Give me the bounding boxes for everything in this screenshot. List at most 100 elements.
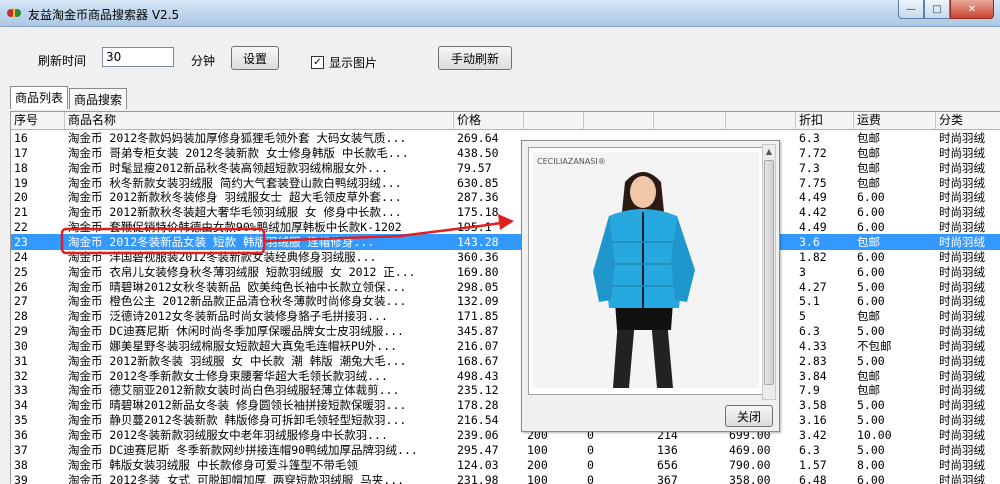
table-row[interactable]: 27 淘金币 橙色公主 2012新品款正品清仓秋冬薄款时尚修身女装... 132.0… (11, 293, 1000, 309)
table-row[interactable]: 26 淘金币 晴碧琳2012女秋冬装新品 欧美纯色长袖中长款立领保... 298.0… (11, 279, 1000, 295)
cell-discount: 3 (799, 264, 806, 279)
manual-refresh-button[interactable]: 手动刷新 (438, 46, 512, 70)
cell-name: 淘金币 德艾丽亚2012新款女装时尚白色羽绒服轻薄立体裁剪... (68, 383, 400, 398)
cell-seq: 27 (14, 294, 28, 309)
cell-name: 淘金币 套鞭促销特价韩德由女款90%鸭绒加厚韩板中长款K-1202 (68, 220, 402, 235)
cell-name: 淘金币 2012新款秋冬装修身 羽绒服女士 超大毛领皮草外套... (68, 190, 402, 205)
header-discount[interactable]: 折扣 (796, 112, 854, 129)
cell-price: 630.85 (457, 175, 499, 190)
title-bar: 友益淘金币商品搜索器 V2.5 — □ ✕ (0, 0, 1000, 27)
cell-shipping: 包邮 (857, 145, 880, 160)
cell-category: 时尚羽绒 (939, 472, 985, 484)
header-col4[interactable] (524, 112, 584, 129)
table-row[interactable]: 39 淘金币 2012冬装 女式 可脱卸帽加厚 两穿短款羽绒服 马夹... 231.… (11, 472, 1000, 484)
cell-shipping: 6.00 (857, 190, 885, 205)
cell-seq: 33 (14, 383, 28, 398)
table-row[interactable]: 37 淘金币 DC迪赛尼斯 冬季新款网纱拼接连帽90鸭绒加厚品牌羽绒... 295.… (11, 442, 1000, 458)
header-name[interactable]: 商品名称 (65, 112, 454, 129)
table-row[interactable]: 34 淘金币 晴碧琳2012新品女冬装 修身圆领长袖拼接短款保暖羽... 178.2… (11, 397, 1000, 413)
cell-category: 时尚羽绒 (939, 413, 985, 428)
table-row[interactable]: 29 淘金币 DC迪赛尼斯 休闲时尚冬季加厚保暖品牌女士皮羽绒服... 345.87… (11, 323, 1000, 339)
table-row[interactable]: 31 淘金币 2012新款冬装 羽绒服 女 中长款 潮 韩版 潮兔大毛... 168… (11, 353, 1000, 369)
cell-price: 287.36 (457, 190, 499, 205)
cell-seq: 25 (14, 264, 28, 279)
table-row[interactable]: 32 淘金币 2012冬季新款女士修身束腰奢华超大毛领长款羽绒... 498.43 3… (11, 368, 1000, 384)
cell-category: 时尚羽绒 (939, 324, 985, 339)
table-row[interactable]: 38 淘金币 韩版女装羽绒服 中长款修身可爱斗篷型不带毛领 124.03 200 0 65… (11, 457, 1000, 473)
minimize-button[interactable]: — (898, 0, 924, 19)
cell-name: 淘金币 2012新款冬装 羽绒服 女 中长款 潮 韩版 潮兔大毛... (68, 353, 407, 368)
cell-price: 175.18 (457, 205, 499, 220)
table-row[interactable]: 19 淘金币 秋冬新款女装羽绒服 简约大气套装登山款白鸭绒羽绒... 630.85 7… (11, 175, 1000, 191)
cell-discount: 4.33 (799, 338, 827, 353)
cell-seq: 38 (14, 457, 28, 472)
cell-seq: 31 (14, 353, 28, 368)
cell-seq: 24 (14, 249, 28, 264)
table-row[interactable]: 36 淘金币 2012冬装新款羽绒服女中老年羽绒服修身中长款羽... 239.06 2… (11, 427, 1000, 443)
cell-name: 淘金币 2012冬装新品女装 短款 韩版羽绒服 连帽修身... (68, 234, 375, 249)
cell-discount: 7.9 (799, 383, 820, 398)
cell-seq: 35 (14, 413, 28, 428)
app-icon (7, 8, 21, 18)
refresh-interval-input[interactable] (102, 47, 174, 67)
cell-seq: 39 (14, 472, 28, 484)
table-row[interactable]: 33 淘金币 德艾丽亚2012新款女装时尚白色羽绒服轻薄立体裁剪... 235.12… (11, 382, 1000, 398)
table-row[interactable]: 25 淘金币 衣帛儿女装修身秋冬薄羽绒服 短款羽绒服 女 2012 正... 169… (11, 264, 1000, 280)
table-row[interactable]: 16 淘金币 2012冬款妈妈装加厚修身狐狸毛领外套 大码女装气质... 269.6… (11, 130, 1000, 146)
cell-shipping: 包邮 (857, 131, 880, 145)
header-category[interactable]: 分类 (936, 112, 1000, 129)
cell-price: 438.50 (457, 145, 499, 160)
cell-c5: 0 (587, 442, 594, 457)
table-row[interactable]: 30 淘金币 娜美星野冬装羽绒棉服女短款超大真兔毛连帽袄PU外... 216.07 4… (11, 338, 1000, 354)
cell-shipping: 5.00 (857, 442, 885, 457)
table-row[interactable]: 20 淘金币 2012新款秋冬装修身 羽绒服女士 超大毛领皮草外套... 287.3… (11, 189, 1000, 205)
table-row[interactable]: 24 淘金币 洋国碧视服装2012冬装新款女装经典修身羽绒服... 360.36 1.… (11, 249, 1000, 265)
cell-category: 时尚羽绒 (939, 249, 985, 264)
cell-shipping: 包邮 (857, 160, 880, 175)
cell-seq: 23 (14, 234, 28, 249)
maximize-button[interactable]: □ (924, 0, 950, 19)
show-images-checkbox[interactable]: ✓ (311, 56, 324, 69)
cell-category: 时尚羽绒 (939, 294, 985, 309)
header-seq[interactable]: 序号 (11, 112, 65, 129)
cell-discount: 5 (799, 309, 806, 324)
cell-shipping: 6.00 (857, 264, 885, 279)
header-col7[interactable] (726, 112, 796, 129)
brand-watermark: CECILIAZANASI® (537, 157, 606, 166)
cell-c7: 790.00 (729, 457, 771, 472)
cell-name: 淘金币 洋国碧视服装2012冬装新款女装经典修身羽绒服... (68, 249, 377, 264)
table-row[interactable]: 22 淘金币 套鞭促销特价韩德由女款90%鸭绒加厚韩板中长款K-1202 195.1… (11, 219, 1000, 235)
table-row[interactable]: 18 淘金币 时髦显瘦2012新品秋冬装高领超短款羽绒棉服女外... 79.57 7.… (11, 160, 1000, 176)
cell-c4: 200 (527, 457, 548, 472)
cell-seq: 26 (14, 279, 28, 294)
table-row[interactable]: 23 淘金币 2012冬装新品女装 短款 韩版羽绒服 连帽修身... 143.28 3… (11, 233, 1000, 250)
cell-discount: 4.49 (799, 220, 827, 235)
header-price[interactable]: 价格 (454, 112, 524, 129)
cell-c6: 367 (657, 472, 678, 484)
settings-button[interactable]: 设置 (231, 46, 279, 70)
table-row[interactable]: 28 淘金币 泛德诗2012女冬装新品时尚女装修身貉子毛拼接羽... 171.85 5… (11, 308, 1000, 324)
cell-c7: 358.00 (729, 472, 771, 484)
header-col6[interactable] (654, 112, 726, 129)
cell-seq: 21 (14, 205, 28, 220)
cell-seq: 18 (14, 160, 28, 175)
cell-name: 淘金币 哥弟专柜女装 2012冬装新款 女士修身韩版 中长款毛... (68, 145, 409, 160)
table-row[interactable]: 21 淘金币 2012新款秋冬装超大奢华毛领羽绒服 女 修身中长款... 175.1… (11, 204, 1000, 220)
cell-category: 时尚羽绒 (939, 383, 985, 398)
close-window-button[interactable]: ✕ (950, 0, 994, 19)
cell-category: 时尚羽绒 (939, 457, 985, 472)
close-preview-button[interactable]: 关闭 (725, 405, 773, 427)
preview-scrollbar[interactable]: ▲ (762, 144, 776, 400)
cell-category: 时尚羽绒 (939, 338, 985, 353)
header-shipping[interactable]: 运费 (854, 112, 936, 129)
table-row[interactable]: 17 淘金币 哥弟专柜女装 2012冬装新款 女士修身韩版 中长款毛... 438.… (11, 145, 1000, 161)
table-row[interactable]: 35 淘金币 静贝蔓2012冬装新款 韩版修身可拆卸毛领轻型短款羽... 216.5… (11, 412, 1000, 428)
tab-product-search[interactable]: 商品搜索 (69, 88, 128, 109)
tab-product-list[interactable]: 商品列表 (10, 86, 69, 109)
cell-price: 132.09 (457, 294, 499, 309)
cell-seq: 34 (14, 398, 28, 413)
header-col5[interactable] (584, 112, 654, 129)
cell-category: 时尚羽绒 (939, 190, 985, 205)
cell-price: 124.03 (457, 457, 499, 472)
cell-price: 295.47 (457, 442, 499, 457)
